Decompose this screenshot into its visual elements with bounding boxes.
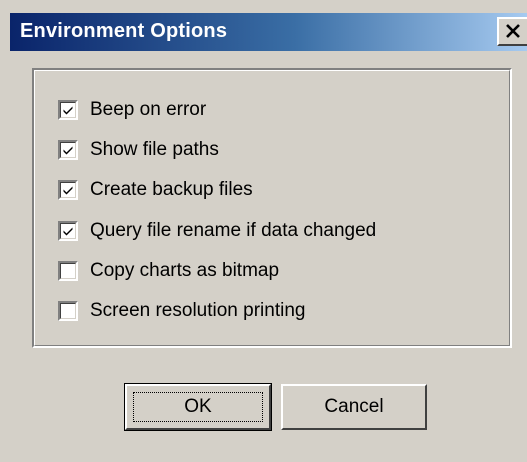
ok-button-label: OK <box>184 396 212 417</box>
checkbox[interactable] <box>58 301 78 321</box>
checkmark-icon <box>63 186 73 195</box>
cancel-button-label: Cancel <box>324 396 384 417</box>
options-group: Beep on error Show file paths Create bac… <box>32 68 512 348</box>
checkmark-icon <box>63 227 73 236</box>
option-label: Query file rename if data changed <box>90 220 377 241</box>
checkbox[interactable] <box>58 180 78 200</box>
option-query-file-rename[interactable]: Query file rename if data changed <box>58 218 376 244</box>
checkmark-icon <box>63 146 73 155</box>
ok-button[interactable]: OK <box>124 383 272 431</box>
option-beep-on-error[interactable]: Beep on error <box>58 97 206 123</box>
checkbox[interactable] <box>58 140 78 160</box>
dialog-title: Environment Options <box>20 20 228 42</box>
option-screen-resolution-printing[interactable]: Screen resolution printing <box>58 298 305 324</box>
option-label: Create backup files <box>90 179 253 200</box>
option-label: Copy charts as bitmap <box>90 260 280 281</box>
checkmark-icon <box>63 106 73 115</box>
checkbox[interactable] <box>58 221 78 241</box>
close-button[interactable] <box>497 17 527 46</box>
option-label: Beep on error <box>90 99 207 120</box>
close-icon <box>506 24 520 38</box>
title-bar[interactable]: Environment Options <box>10 13 527 51</box>
checkbox[interactable] <box>58 261 78 281</box>
option-copy-charts-as-bitmap[interactable]: Copy charts as bitmap <box>58 258 279 284</box>
environment-options-dialog: Environment Options Beep on error Show f <box>0 0 527 462</box>
option-create-backup-files[interactable]: Create backup files <box>58 177 253 203</box>
checkbox[interactable] <box>58 100 78 120</box>
option-label: Screen resolution printing <box>90 300 306 321</box>
option-label: Show file paths <box>90 139 219 160</box>
cancel-button[interactable]: Cancel <box>281 384 427 430</box>
option-show-file-paths[interactable]: Show file paths <box>58 137 219 163</box>
